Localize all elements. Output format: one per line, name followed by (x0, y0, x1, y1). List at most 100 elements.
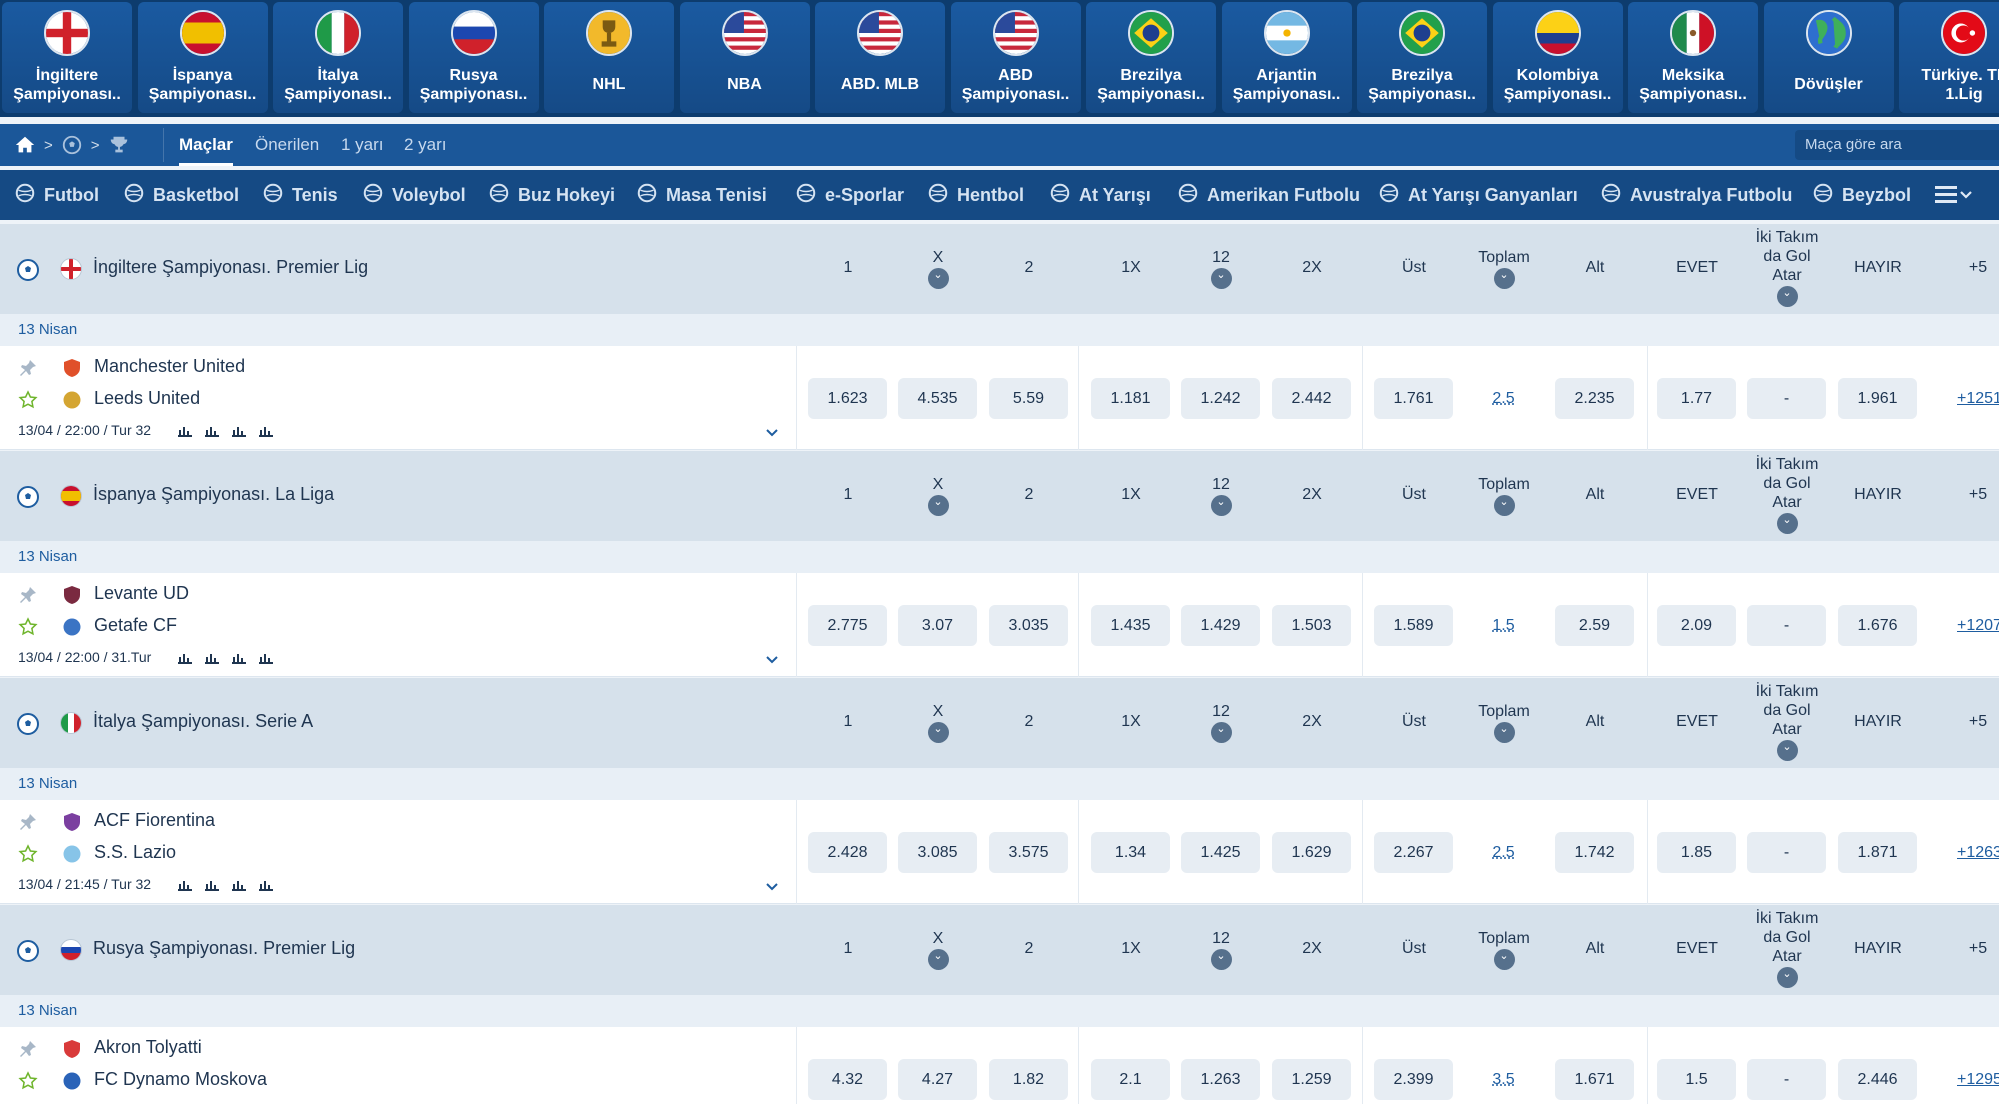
odd-button[interactable]: 3.07 (898, 605, 977, 646)
league-card[interactable]: Türkiye. TF 1.Lig (1899, 2, 1999, 113)
odd-button[interactable]: 4.535 (898, 378, 977, 419)
odd-button[interactable]: 1.425 (1181, 832, 1260, 873)
odd-button[interactable]: 1.871 (1838, 832, 1917, 873)
odd-button[interactable]: 2.09 (1657, 605, 1736, 646)
list-icon[interactable] (230, 423, 247, 438)
chevron-down-icon[interactable]: ⌄ (1210, 722, 1232, 743)
expand-chevron-icon[interactable] (762, 876, 782, 896)
odd-button[interactable]: 1.85 (1657, 832, 1736, 873)
odd-button[interactable]: 1.263 (1181, 1059, 1260, 1100)
market-header[interactable]: İki Takım da Gol Atar ⌄ (1747, 455, 1827, 534)
market-header[interactable]: Toplam ⌄ (1464, 476, 1544, 516)
odd-button[interactable]: 1.742 (1555, 832, 1634, 873)
odd-button[interactable]: 1.82 (989, 1059, 1068, 1100)
home-icon[interactable] (14, 134, 36, 156)
market-header[interactable]: X ⌄ (898, 476, 978, 516)
league-card[interactable]: Arjantin Şampiyonası.. (1221, 2, 1352, 113)
league-title[interactable]: İtalya Şampiyonası. Serie A (93, 711, 313, 732)
chart-bar-icon[interactable] (176, 423, 193, 438)
market-header[interactable]: İki Takım da Gol Atar ⌄ (1747, 682, 1827, 761)
league-card[interactable]: İtalya Şampiyonası.. (273, 2, 403, 113)
odd-button[interactable]: 1.761 (1374, 378, 1453, 419)
odd-button[interactable]: 1.671 (1555, 1059, 1634, 1100)
match-row[interactable]: Akron Tolyatti FC Dynamo Moskova 4.32 4.27 1… (0, 1027, 1999, 1104)
pin-icon[interactable] (18, 1039, 38, 1059)
chevron-down-icon[interactable]: ⌄ (1210, 949, 1232, 970)
market-header[interactable]: 12 ⌄ (1181, 476, 1261, 516)
chart-line-icon[interactable] (203, 650, 220, 665)
menu-icon[interactable] (1933, 182, 1975, 208)
list-icon[interactable] (230, 877, 247, 892)
odd-button[interactable]: 4.27 (898, 1059, 977, 1100)
league-card[interactable]: ABD. MLB (815, 2, 945, 113)
chevron-down-icon[interactable]: ⌄ (927, 495, 949, 516)
market-header[interactable]: X ⌄ (898, 249, 978, 289)
more-markets-header[interactable]: +5 (1938, 486, 1999, 504)
trophy-icon[interactable] (108, 134, 130, 156)
sport-item[interactable]: Beyzbol (1812, 170, 1911, 220)
odd-button[interactable]: 3.085 (898, 832, 977, 873)
odd-button[interactable]: - (1747, 378, 1826, 419)
odd-button[interactable]: 1.5 (1657, 1059, 1736, 1100)
odd-button[interactable]: 2.446 (1838, 1059, 1917, 1100)
league-title[interactable]: İspanya Şampiyonası. La Liga (93, 484, 334, 505)
sport-item[interactable]: Voleybol (362, 170, 466, 220)
league-card[interactable]: Brezilya Şampiyonası.. (1357, 2, 1487, 113)
tab-matches[interactable]: Maçlar (179, 124, 233, 166)
home-team-name[interactable]: Levante UD (94, 583, 189, 604)
odd-button[interactable]: 3.035 (989, 605, 1068, 646)
league-card[interactable]: Rusya Şampiyonası.. (408, 2, 539, 113)
league-card[interactable]: NHL (544, 2, 674, 113)
home-team-name[interactable]: Manchester United (94, 356, 245, 377)
league-card[interactable]: Meksika Şampiyonası.. (1628, 2, 1758, 113)
away-team-name[interactable]: S.S. Lazio (94, 842, 176, 863)
odd-button[interactable]: 5.59 (989, 378, 1068, 419)
chevron-down-icon[interactable]: ⌄ (927, 268, 949, 289)
league-card[interactable]: Brezilya Şampiyonası.. (1086, 2, 1216, 113)
sport-item[interactable]: Futbol (14, 170, 99, 220)
match-row[interactable]: ACF Fiorentina S.S. Lazio 13/04 / 21:45 / … (0, 800, 1999, 904)
league-card[interactable]: NBA (679, 2, 810, 113)
pin-icon[interactable] (18, 358, 38, 378)
sport-item[interactable]: At Yarışı Ganyanları (1378, 170, 1578, 220)
away-team-name[interactable]: Leeds United (94, 388, 200, 409)
odd-button[interactable]: 1.259 (1272, 1059, 1351, 1100)
league-card[interactable]: İngiltere Şampiyonası.. (2, 2, 132, 113)
league-card[interactable]: Dövüşler (1763, 2, 1894, 113)
favorite-star-icon[interactable] (18, 390, 38, 410)
chevron-down-icon[interactable]: ⌄ (1210, 268, 1232, 289)
market-header[interactable]: Toplam ⌄ (1464, 930, 1544, 970)
tab-second-half[interactable]: 2 yarı (404, 124, 447, 166)
more-markets-link[interactable]: +1207 (1957, 617, 1999, 635)
chevron-down-icon[interactable]: ⌄ (1493, 495, 1515, 516)
market-header[interactable]: 12 ⌄ (1181, 249, 1261, 289)
expand-chevron-icon[interactable] (762, 649, 782, 669)
pin-icon[interactable] (18, 812, 38, 832)
market-header[interactable]: İki Takım da Gol Atar ⌄ (1747, 228, 1827, 307)
odd-button[interactable]: 1.34 (1091, 832, 1170, 873)
chevron-down-icon[interactable]: ⌄ (1493, 722, 1515, 743)
chart-bar-icon[interactable] (176, 650, 193, 665)
odd-button[interactable]: 1.629 (1272, 832, 1351, 873)
match-row[interactable]: Manchester United Leeds United 13/04 / 22:… (0, 346, 1999, 450)
odd-button[interactable]: - (1747, 1059, 1826, 1100)
odd-button[interactable]: - (1747, 605, 1826, 646)
chevron-down-icon[interactable]: ⌄ (1493, 949, 1515, 970)
more-markets-header[interactable]: +5 (1938, 713, 1999, 731)
odd-button[interactable]: 2.235 (1555, 378, 1634, 419)
odd-button[interactable]: 2.428 (808, 832, 887, 873)
pin-icon[interactable] (18, 585, 38, 605)
odd-button[interactable]: 2.59 (1555, 605, 1634, 646)
expand-chevron-icon[interactable] (762, 422, 782, 442)
sport-item[interactable]: Amerikan Futbolu (1177, 170, 1360, 220)
sport-item[interactable]: At Yarışı (1049, 170, 1151, 220)
more-markets-header[interactable]: +5 (1938, 259, 1999, 277)
chevron-down-icon[interactable]: ⌄ (927, 722, 949, 743)
chart-line-icon[interactable] (203, 877, 220, 892)
odd-button[interactable]: 1.503 (1272, 605, 1351, 646)
odd-button[interactable]: 4.32 (808, 1059, 887, 1100)
match-row[interactable]: Levante UD Getafe CF 13/04 / 22:00 / 31.Tu… (0, 573, 1999, 677)
sport-item[interactable]: e-Sporlar (795, 170, 904, 220)
chart-bar-icon[interactable] (176, 877, 193, 892)
favorite-star-icon[interactable] (18, 844, 38, 864)
